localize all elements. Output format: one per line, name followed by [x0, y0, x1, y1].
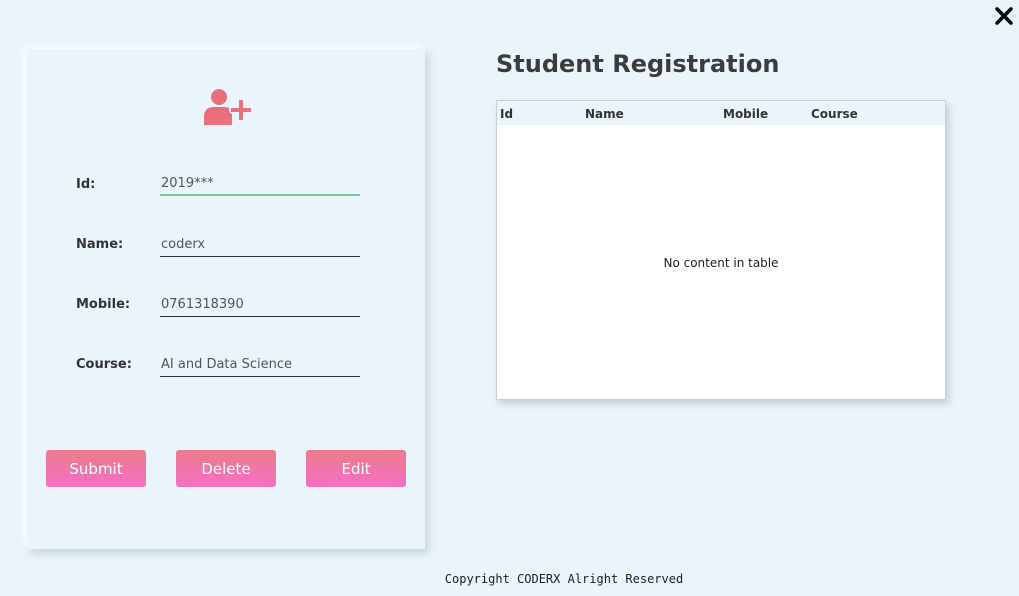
- close-button[interactable]: [994, 6, 1014, 26]
- name-label: Name:: [76, 237, 124, 252]
- column-header-course[interactable]: Course: [811, 107, 858, 121]
- student-table[interactable]: Id Name Mobile Course No content in tabl…: [496, 100, 946, 400]
- delete-button[interactable]: Delete: [176, 450, 276, 487]
- column-header-name[interactable]: Name: [585, 107, 624, 121]
- close-icon: [995, 7, 1013, 25]
- course-label: Course:: [76, 357, 132, 372]
- page-title: Student Registration: [496, 50, 780, 78]
- edit-button[interactable]: Edit: [306, 450, 406, 487]
- id-field[interactable]: [160, 172, 360, 196]
- add-user-icon: [204, 89, 253, 125]
- column-header-mobile[interactable]: Mobile: [723, 107, 768, 121]
- id-label: Id:: [76, 177, 96, 192]
- submit-button[interactable]: Submit: [46, 450, 146, 487]
- copyright-footer: Copyright CODERX Alright Reserved: [444, 572, 684, 586]
- column-header-id[interactable]: Id: [500, 107, 513, 121]
- course-field[interactable]: [160, 353, 360, 377]
- mobile-field[interactable]: [160, 293, 360, 317]
- name-field[interactable]: [160, 233, 360, 257]
- mobile-label: Mobile:: [76, 297, 131, 312]
- registration-form: Id: Name: Mobile: Course: Submit Delete …: [27, 49, 425, 549]
- table-header: Id Name Mobile Course: [497, 101, 945, 125]
- empty-table-message: No content in table: [663, 256, 779, 270]
